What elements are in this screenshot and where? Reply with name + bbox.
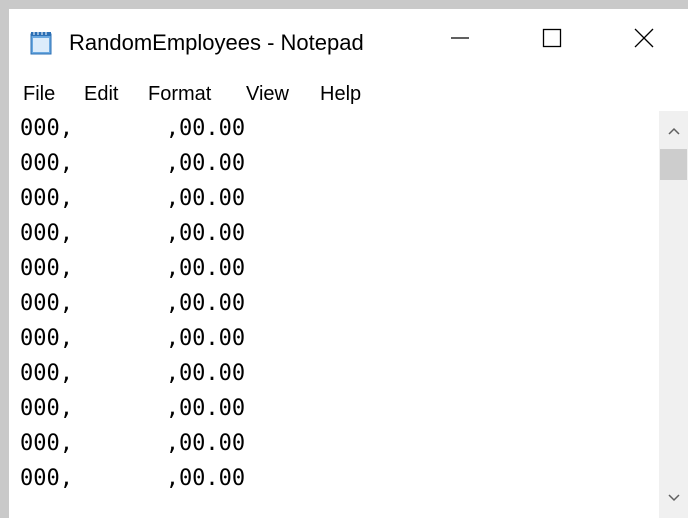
menu-bar: File Edit Format View Help xyxy=(9,79,688,109)
text-line: 000, ,00.00 xyxy=(20,396,246,421)
menu-edit[interactable]: Edit xyxy=(84,79,118,109)
text-line: 000, ,00.00 xyxy=(20,256,246,281)
text-line: 000, ,00.00 xyxy=(20,361,246,386)
window-title: RandomEmployees - Notepad xyxy=(69,30,364,55)
menu-view[interactable]: View xyxy=(246,79,289,109)
title-bar[interactable]: RandomEmployees - Notepad xyxy=(9,9,688,71)
menu-file[interactable]: File xyxy=(23,79,55,109)
scroll-up-button[interactable] xyxy=(659,117,688,147)
close-icon xyxy=(634,28,654,53)
text-line: 000, ,00.00 xyxy=(20,221,246,246)
close-button[interactable] xyxy=(598,9,688,71)
text-line: 000, ,00.00 xyxy=(20,291,246,316)
notepad-window: RandomEmployees - Notepad File Edit Form… xyxy=(9,9,688,518)
text-line: 000, ,00.00 xyxy=(20,326,246,351)
vertical-scrollbar[interactable] xyxy=(659,111,688,518)
maximize-icon xyxy=(542,28,562,53)
maximize-button[interactable] xyxy=(506,9,598,71)
text-line: 000, ,00.00 xyxy=(20,151,246,176)
minimize-button[interactable] xyxy=(414,9,506,71)
minimize-icon xyxy=(450,28,470,53)
notepad-icon xyxy=(28,30,54,56)
scroll-up-arrow-icon xyxy=(667,123,681,141)
text-line: 000, ,00.00 xyxy=(20,186,246,211)
scroll-down-arrow-icon xyxy=(667,490,681,508)
text-line: 000, ,00.00 xyxy=(20,431,246,456)
text-editor[interactable]: 000, ,00.00 000, ,00.00 000, ,00.00 000,… xyxy=(9,111,659,518)
menu-help[interactable]: Help xyxy=(320,79,361,109)
text-line: 000, ,00.00 xyxy=(20,116,246,141)
scroll-down-button[interactable] xyxy=(659,484,688,514)
text-line: 000, ,00.00 xyxy=(20,466,246,491)
scrollbar-thumb[interactable] xyxy=(660,149,687,180)
menu-format[interactable]: Format xyxy=(148,79,211,109)
